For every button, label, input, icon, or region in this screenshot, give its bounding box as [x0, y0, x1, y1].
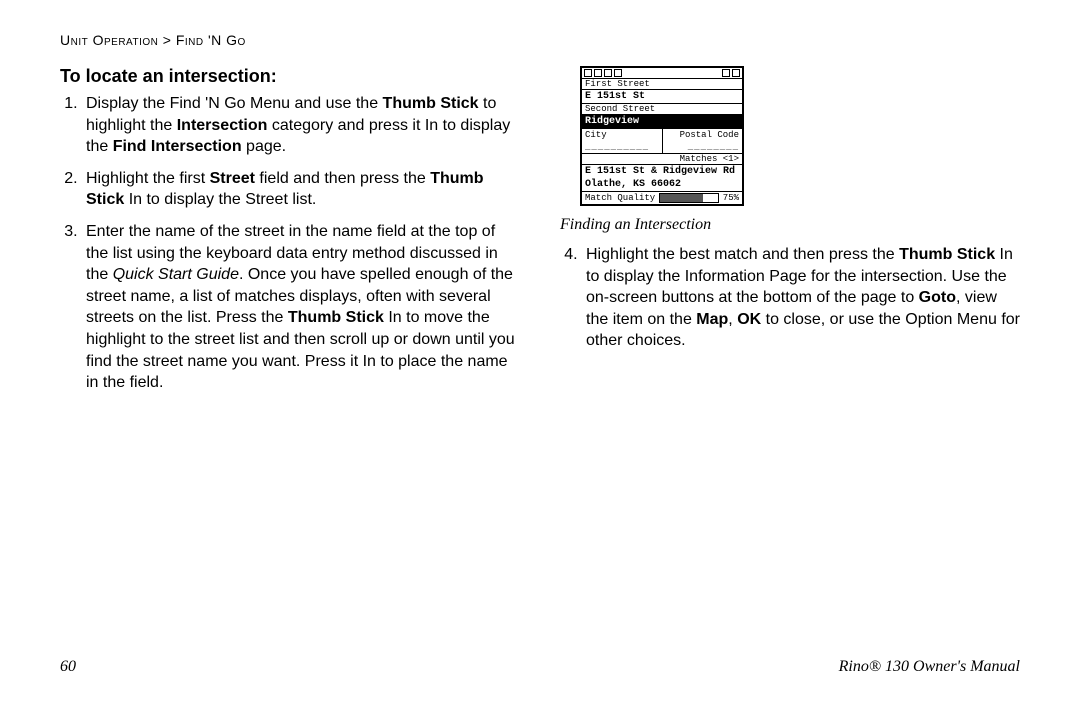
device-figure: First Street E 151st St Second Street Ri…	[560, 66, 1020, 234]
matches-count: Matches <1>	[582, 154, 742, 165]
content-columns: To locate an intersection: Display the F…	[60, 66, 1020, 404]
step-text: Quick Start Guide	[113, 266, 239, 283]
page-number: 60	[60, 658, 76, 676]
step-text: Highlight the best match and then press …	[586, 246, 899, 263]
device-titlebar	[582, 68, 742, 79]
status-icon	[614, 69, 622, 77]
city-label: City	[582, 129, 663, 141]
step-item: Display the Find 'N Go Menu and use the …	[82, 93, 520, 158]
match-quality-label: Match Quality	[585, 193, 655, 203]
city-postal-labels: City Postal Code	[582, 129, 742, 141]
manual-page: Unit Operation > Find 'N Go To locate an…	[0, 0, 1080, 702]
figure-caption: Finding an Intersection	[560, 216, 1020, 234]
step-item: Highlight the best match and then press …	[582, 244, 1020, 352]
match-result-line1: E 151st St & Ridgeview Rd	[582, 165, 742, 178]
first-street-value: E 151st St	[582, 90, 742, 104]
step-text: Intersection	[177, 117, 268, 134]
status-icon	[604, 69, 612, 77]
step-item: Highlight the first Street field and the…	[82, 168, 520, 211]
breadcrumb: Unit Operation > Find 'N Go	[60, 32, 1020, 48]
step-text: In to display the Street list.	[124, 191, 316, 208]
step-text: Highlight the first	[86, 170, 210, 187]
step-text: Street	[210, 170, 255, 187]
left-column: To locate an intersection: Display the F…	[60, 66, 520, 404]
status-icon	[584, 69, 592, 77]
quality-meter	[659, 193, 719, 203]
close-icon	[732, 69, 740, 77]
match-quality-row: Match Quality 75%	[582, 192, 742, 204]
city-postal-values: __________ ________	[582, 141, 742, 154]
step-text: Map	[696, 311, 728, 328]
second-street-label: Second Street	[582, 104, 742, 115]
device-screenshot: First Street E 151st St Second Street Ri…	[580, 66, 744, 206]
status-icon	[594, 69, 602, 77]
match-quality-pct: 75%	[723, 193, 739, 203]
step-text: Thumb Stick	[288, 309, 384, 326]
first-street-label: First Street	[582, 79, 742, 90]
city-value: __________	[582, 141, 663, 153]
menu-icon	[722, 69, 730, 77]
manual-title: Rino® 130 Owner's Manual	[839, 658, 1020, 676]
step-text: Goto	[919, 289, 956, 306]
second-street-value: Ridgeview	[582, 115, 742, 129]
page-footer: 60 Rino® 130 Owner's Manual	[60, 658, 1020, 676]
step-text: Display the Find 'N Go Menu and use the	[86, 95, 383, 112]
step-text: Find Intersection	[113, 138, 242, 155]
step-item: Enter the name of the street in the name…	[82, 221, 520, 394]
postal-label: Postal Code	[663, 129, 743, 141]
step-text: Thumb Stick	[899, 246, 995, 263]
match-result-line2: Olathe, KS 66062	[582, 178, 742, 192]
postal-value: ________	[663, 141, 743, 153]
section-heading: To locate an intersection:	[60, 66, 520, 87]
step-text: ,	[728, 311, 737, 328]
step-text: page.	[242, 138, 286, 155]
steps-list-left: Display the Find 'N Go Menu and use the …	[82, 93, 520, 394]
step-text: field and then press the	[255, 170, 430, 187]
right-column: First Street E 151st St Second Street Ri…	[560, 66, 1020, 404]
steps-list-right: Highlight the best match and then press …	[582, 244, 1020, 352]
step-text: OK	[737, 311, 761, 328]
step-text: Thumb Stick	[383, 95, 479, 112]
